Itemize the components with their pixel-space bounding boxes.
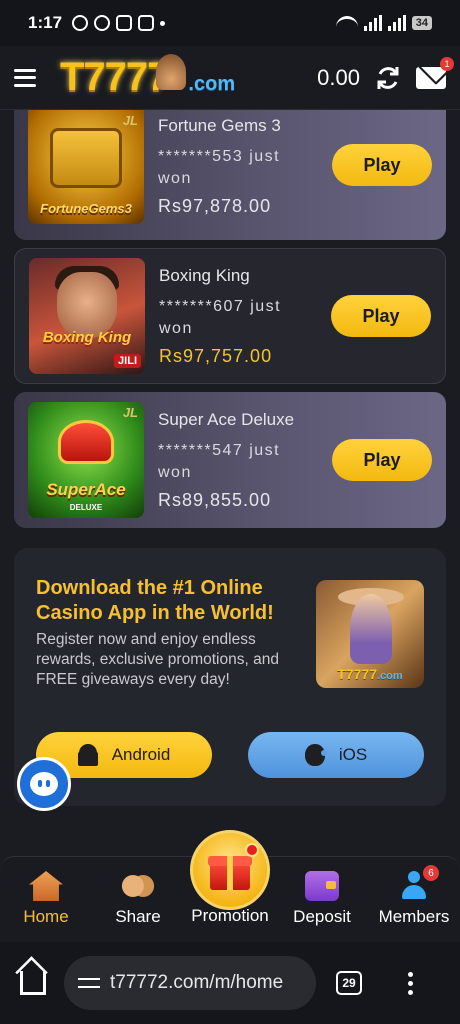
boxing-king-thumbnail[interactable]: Boxing King JILI (29, 258, 145, 374)
game-card-fortune-gems-3[interactable]: JL FortuneGems3 Fortune Gems 3 *******55… (14, 110, 446, 240)
user-icon: 6 (399, 865, 439, 901)
status-time: 1:17 (28, 13, 63, 32)
battery-icon: 34 (411, 16, 432, 30)
nav-share-label: Share (115, 907, 161, 926)
address-bar[interactable]: t77772.com/m/home (64, 956, 316, 1010)
thumbnail-title: FortuneGems3 (40, 201, 132, 216)
promo-logo-suffix: .com (377, 670, 403, 682)
browser-toolbar: t77772.com/m/home 29 (0, 942, 460, 1024)
winner-text: *******553 just won (158, 148, 281, 187)
headset-support-icon (30, 772, 58, 796)
members-badge: 6 (423, 865, 439, 881)
android-label: Android (111, 745, 171, 764)
chat-icon (94, 15, 111, 31)
logo-main-text: T7777 (60, 55, 169, 99)
fortune-gems-thumbnail[interactable]: JL FortuneGems3 (28, 110, 144, 224)
ios-download-button[interactable]: iOS (248, 732, 424, 778)
banner-title: Download the #1 Online Casino App in the… (36, 577, 274, 624)
app-promo-image: T7777.com (316, 580, 424, 688)
site-logo[interactable]: T7777 .com (60, 54, 236, 100)
handshake-icon (121, 871, 155, 901)
url-text: t77772.com/m/home (110, 972, 284, 993)
game-card-super-ace-deluxe[interactable]: JL SuperAce DELUXE Super Ace Deluxe ****… (14, 392, 446, 528)
tab-switcher-button[interactable]: 29 (336, 971, 362, 995)
wallet-icon (305, 871, 339, 901)
play-button[interactable]: Play (332, 144, 432, 186)
nav-promotion[interactable] (190, 830, 270, 910)
nav-members-label: Members (378, 907, 450, 926)
play-button[interactable]: Play (331, 295, 431, 337)
provider-badge: JILI (114, 354, 141, 368)
nav-deposit[interactable]: Deposit (282, 871, 362, 927)
promo-logo-main: T7777 (337, 666, 377, 682)
nav-home-label: Home (23, 907, 69, 926)
ios-label: iOS (338, 745, 368, 764)
app-header: T7777 .com 0.00 1 (0, 46, 460, 110)
nav-promotion-label[interactable]: Promotion (170, 906, 290, 926)
whatsapp-icon (72, 15, 89, 31)
win-amount: Rs89,855.00 (158, 489, 272, 510)
wallet-balance: 0.00 (317, 64, 360, 90)
golden-idol-icon (50, 128, 122, 188)
snapchat-icon (138, 15, 155, 31)
jester-crown-icon (58, 420, 114, 464)
game-name: Boxing King (159, 265, 250, 285)
winner-text: *******607 just won (159, 297, 282, 337)
wifi-icon (335, 16, 358, 30)
banner-description: Register now and enjoy endless rewards, … (36, 631, 279, 688)
game-name: Super Ace Deluxe (158, 409, 295, 429)
notification-icons (72, 15, 166, 31)
android-icon (77, 744, 98, 766)
nav-members[interactable]: 6 Members (374, 865, 454, 927)
super-ace-thumbnail[interactable]: JL SuperAce DELUXE (28, 402, 144, 518)
instagram-icon (116, 15, 133, 31)
cowboy-mascot-icon (156, 54, 187, 90)
customer-support-button[interactable] (17, 757, 71, 811)
download-app-banner: Download the #1 Online Casino App in the… (14, 548, 446, 806)
win-amount: Rs97,757.00 (159, 345, 273, 366)
gift-box-icon (208, 850, 252, 890)
apple-icon (304, 744, 327, 766)
signal-icon-2 (387, 15, 406, 31)
browser-home-icon[interactable] (20, 971, 46, 995)
promo-image-logo: T7777.com (316, 666, 424, 682)
refresh-icon[interactable] (374, 64, 402, 92)
mail-button[interactable]: 1 (416, 56, 454, 89)
provider-badge: JL (122, 405, 138, 420)
status-bar: 1:17 34 (0, 0, 460, 46)
thumbnail-title: SuperAce (46, 480, 126, 499)
signal-icon (363, 15, 382, 31)
promotion-notification-dot (245, 843, 259, 857)
win-amount: Rs97,878.00 (158, 196, 272, 216)
status-right: 34 (335, 15, 432, 31)
game-card-boxing-king[interactable]: Boxing King JILI Boxing King *******607 … (14, 248, 446, 384)
thumbnail-title: Boxing King (42, 329, 132, 346)
thumbnail-subtitle: DELUXE (69, 503, 103, 512)
site-settings-icon[interactable] (78, 975, 100, 991)
mail-badge: 1 (440, 56, 454, 71)
logo-suffix-text: .com (188, 73, 236, 95)
recent-wins-list: JL FortuneGems3 Fortune Gems 3 *******55… (14, 110, 446, 536)
game-name: Fortune Gems 3 (158, 116, 281, 135)
cowgirl-figure (350, 594, 392, 664)
house-icon (29, 871, 63, 901)
mail-icon (416, 66, 446, 89)
browser-menu-icon[interactable] (408, 971, 414, 995)
nav-share[interactable]: Share (98, 871, 178, 927)
nav-deposit-label: Deposit (293, 907, 351, 926)
play-button[interactable]: Play (332, 439, 432, 481)
winner-text: *******547 just won (158, 441, 281, 481)
nav-home[interactable]: Home (6, 871, 86, 927)
provider-badge: JL (122, 113, 138, 128)
hamburger-menu-icon[interactable] (14, 68, 36, 87)
more-notifications-icon (160, 20, 166, 26)
